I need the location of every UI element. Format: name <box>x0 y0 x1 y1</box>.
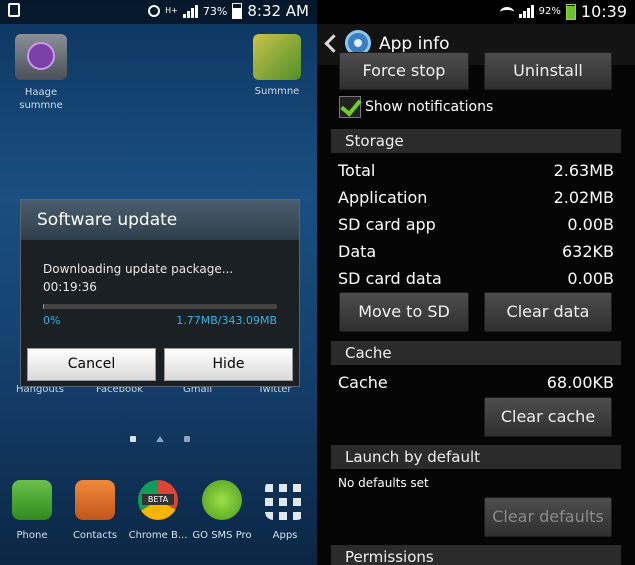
dock: Phone Contacts BETA Chrome B... GO SMS P… <box>0 470 317 565</box>
software-update-dialog: Software update Downloading update packa… <box>20 199 300 387</box>
row-value: 0.00B <box>567 215 614 234</box>
home-app-summne[interactable]: Summne <box>246 34 308 97</box>
home-page-icon <box>156 436 164 442</box>
storage-row-sd-card-data: SD card data 0.00B <box>338 269 614 288</box>
app-label: Summne <box>254 86 300 97</box>
dock-apps[interactable]: Apps <box>254 480 316 541</box>
page-dot <box>130 436 136 442</box>
storage-row-application: Application 2.02MB <box>338 188 614 207</box>
uninstall-button[interactable]: Uninstall <box>484 52 612 90</box>
storage-header: Storage <box>331 129 621 153</box>
elapsed-time: 00:19:36 <box>43 280 97 294</box>
app-info-screen: 92% 10:39 App info Force stop Uninstall … <box>317 0 635 565</box>
cache-row: Cache 68.00KB <box>338 373 614 392</box>
wifi-icon <box>499 6 514 17</box>
storage-row-sd-card-app: SD card app 0.00B <box>338 215 614 234</box>
move-to-sd-card-button[interactable]: Move to SD card <box>339 292 469 359</box>
alarm-icon <box>148 5 161 17</box>
dock-label: Contacts <box>72 530 118 541</box>
row-value: 632KB <box>561 242 614 261</box>
hide-button[interactable]: Hide <box>164 348 293 381</box>
back-arrow-icon[interactable] <box>324 34 343 53</box>
clear-defaults-button: Clear defaults <box>484 497 612 537</box>
phone-icon <box>12 480 52 520</box>
battery-icon <box>565 3 576 20</box>
force-stop-button[interactable]: Force stop <box>339 52 469 90</box>
permissions-header: Permissions <box>331 545 621 565</box>
show-notifications-checkbox[interactable] <box>339 96 361 118</box>
clock: 10:39 <box>580 2 627 21</box>
chrome-beta-icon: BETA <box>138 480 178 520</box>
clear-cache-button[interactable]: Clear cache <box>484 397 612 437</box>
storage-row-total: Total 2.63MB <box>338 161 614 180</box>
no-defaults-text: No defaults set <box>338 476 429 490</box>
home-folder[interactable]: Haage summne <box>8 34 74 112</box>
dock-label: Apps <box>272 530 298 541</box>
row-label: Cache <box>338 373 388 392</box>
row-label: Total <box>338 161 376 180</box>
page-indicator[interactable] <box>130 436 190 442</box>
row-value: 2.63MB <box>553 161 614 180</box>
download-progress-bar <box>43 304 277 309</box>
dock-contacts[interactable]: Contacts <box>64 480 126 541</box>
row-label: Data <box>338 242 377 261</box>
launch-by-default-header: Launch by default <box>331 445 621 469</box>
dialog-title: Software update <box>21 200 299 240</box>
dock-chrome-beta[interactable]: BETA Chrome B... <box>127 480 189 541</box>
row-value: 0.00B <box>567 269 614 288</box>
download-notification-icon <box>8 3 20 17</box>
dock-label: Chrome B... <box>128 530 188 541</box>
row-value: 68.00KB <box>546 373 614 392</box>
hplus-icon: H+ <box>165 6 178 15</box>
row-label: Application <box>338 188 428 207</box>
row-label: SD card data <box>338 269 442 288</box>
progress-percent: 0% <box>43 314 61 327</box>
contacts-icon <box>75 480 115 520</box>
beta-badge: BETA <box>142 494 174 505</box>
dock-label: Phone <box>16 530 48 541</box>
dock-label: GO SMS Pro <box>192 530 252 541</box>
row-value: 2.02MB <box>553 188 614 207</box>
page-dot <box>184 436 190 442</box>
home-screen: H+ 73% 8:32 AM Haage summne Summne Hango… <box>0 0 317 565</box>
show-notifications-label: Show notifications <box>365 99 494 115</box>
dialog-message: Downloading update package... <box>43 262 234 276</box>
clear-data-button[interactable]: Clear data <box>484 292 612 332</box>
battery-percent: 92% <box>538 6 561 17</box>
cache-header: Cache <box>331 341 621 365</box>
folder-icon <box>15 34 67 80</box>
battery-percent: 73% <box>202 4 228 18</box>
go-sms-icon <box>202 480 242 520</box>
dock-go-sms[interactable]: GO SMS Pro <box>191 480 253 541</box>
cancel-button[interactable]: Cancel <box>27 348 156 381</box>
apps-grid-icon <box>265 480 305 520</box>
progress-size: 1.77MB/343.09MB <box>176 314 277 327</box>
status-bar: H+ 73% 8:32 AM <box>0 0 317 24</box>
status-bar: 92% 10:39 <box>317 0 635 24</box>
row-label: SD card app <box>338 215 436 234</box>
dock-phone[interactable]: Phone <box>1 480 63 541</box>
folder-label: Haage summne <box>19 87 63 111</box>
progress-fill <box>43 304 45 309</box>
storage-row-data: Data 632KB <box>338 242 614 261</box>
map-app-icon <box>253 34 301 80</box>
signal-icon <box>182 4 198 18</box>
battery-icon <box>232 3 243 19</box>
signal-icon <box>518 5 534 18</box>
clock: 8:32 AM <box>247 2 309 20</box>
page-title: App info <box>379 34 450 54</box>
